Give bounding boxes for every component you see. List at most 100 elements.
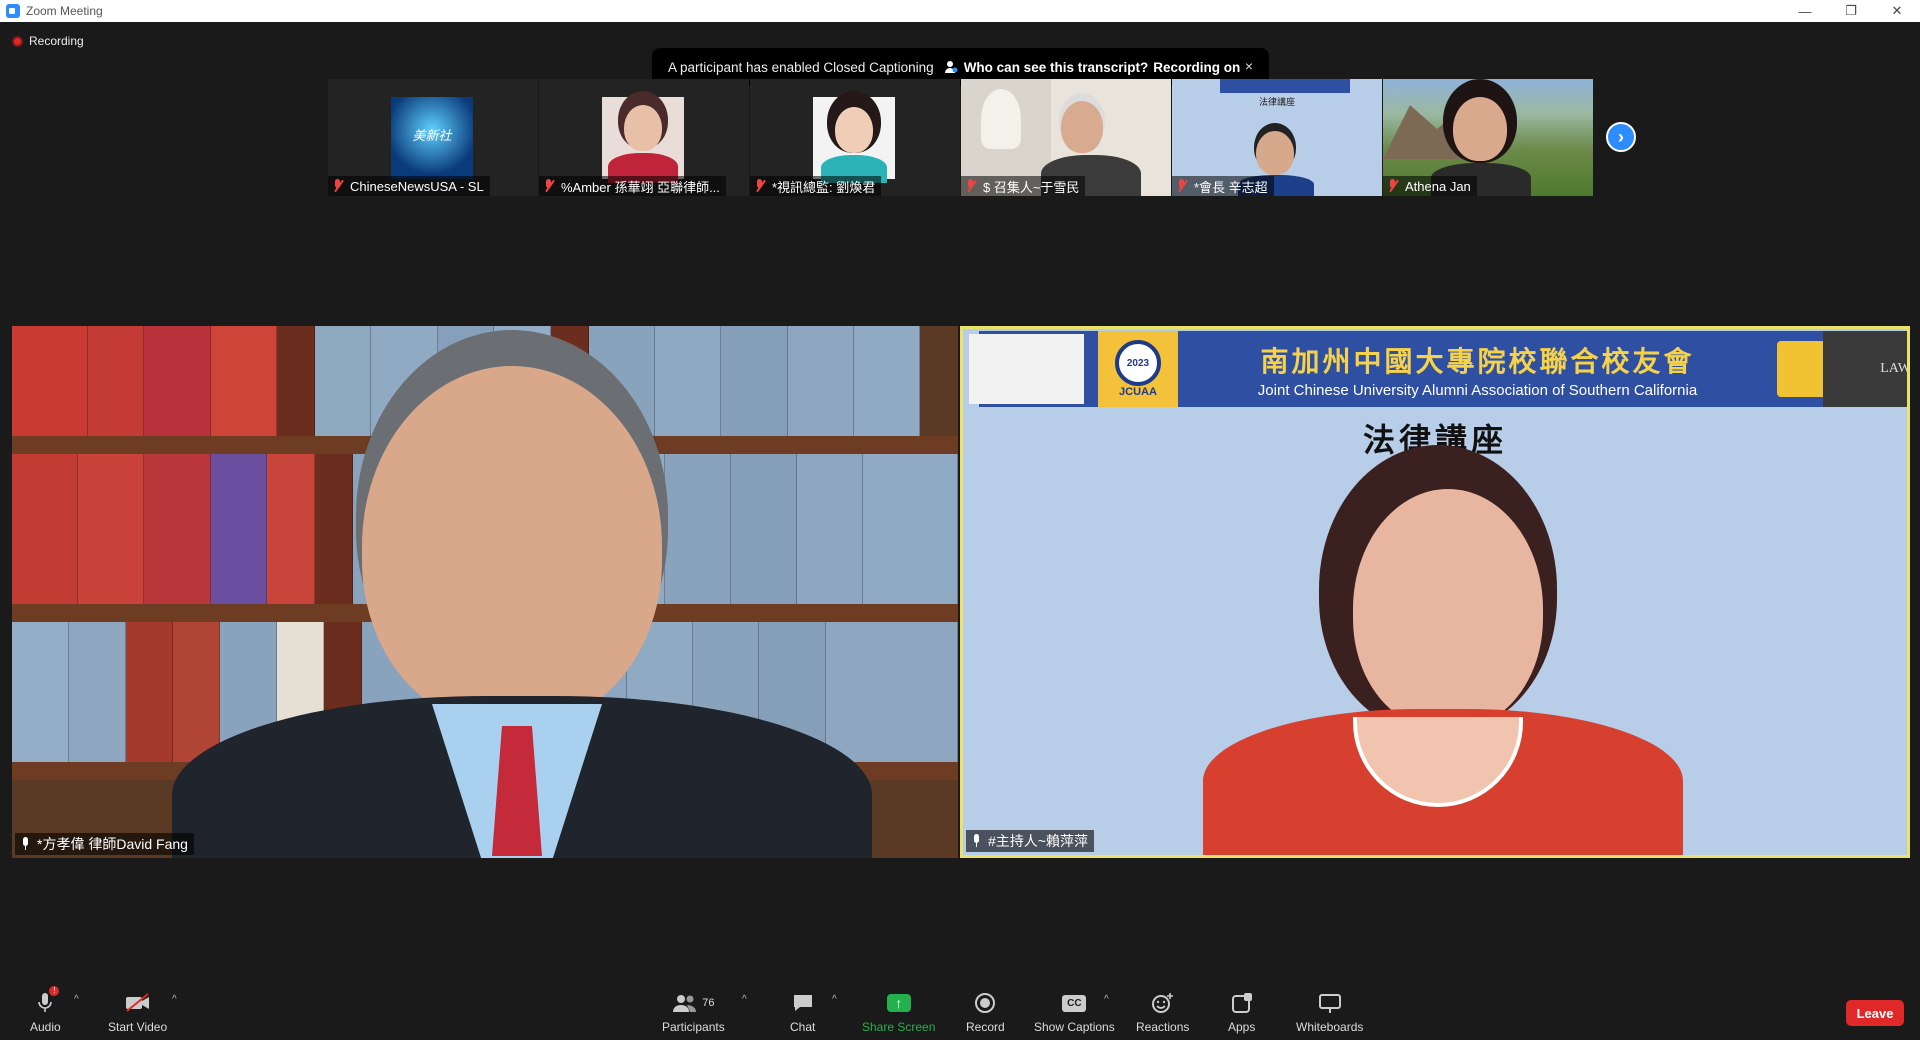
person-icon xyxy=(944,61,958,73)
chevron-right-icon: › xyxy=(1618,126,1624,147)
seal-year: 2023 xyxy=(1115,340,1161,386)
association-banner: 2023 JCUAA 南加州中國大專院校聯合校友會 Joint Chinese … xyxy=(969,331,1907,407)
face-shape xyxy=(1061,101,1103,153)
mic-muted-icon xyxy=(1176,179,1188,193)
recording-label: Recording xyxy=(29,34,84,48)
law-books-image: LAW xyxy=(1823,331,1907,407)
participant-name-tag: $ 召集人~于雪民 xyxy=(961,176,1086,196)
zoom-logo-icon xyxy=(6,4,20,18)
participant-name-tag: *會長 辛志超 xyxy=(1172,176,1274,196)
video-options-caret[interactable]: ^ xyxy=(172,994,177,1005)
minimize-button[interactable]: — xyxy=(1782,0,1828,22)
next-page-button[interactable]: › xyxy=(1606,122,1636,152)
mic-muted-icon xyxy=(543,179,555,193)
participant-name: *會長 辛志超 xyxy=(1194,179,1268,195)
participants-label: Participants xyxy=(662,1020,725,1034)
mini-banner-title: 法律講座 xyxy=(1258,97,1295,107)
mic-muted-icon xyxy=(965,179,977,193)
participant-thumbnail-strip: 美新社 ChineseNewsUSA - SL %Amber 孫華翊 亞聯律師.… xyxy=(328,79,1594,196)
participant-thumbnail[interactable]: *視訊總監: 劉煥君 xyxy=(750,79,960,196)
participant-name: $ 召集人~于雪民 xyxy=(983,179,1080,195)
whiteboards-button[interactable]: Whiteboards xyxy=(1296,990,1363,1034)
face-shape xyxy=(1256,131,1294,175)
smiley-plus-icon xyxy=(1151,990,1175,1016)
participant-name-tag: Athena Jan xyxy=(1383,176,1477,196)
banner-english-title: Joint Chinese University Alumni Associat… xyxy=(1257,381,1698,399)
start-video-button[interactable]: Start Video xyxy=(108,990,167,1034)
mic-muted-icon xyxy=(754,179,766,193)
chat-options-caret[interactable]: ^ xyxy=(832,994,837,1005)
lamp-shape xyxy=(981,89,1021,149)
show-captions-button[interactable]: CC Show Captions xyxy=(1034,990,1115,1034)
speaker-face-shape xyxy=(362,366,662,726)
window-titlebar: Zoom Meeting — ❐ ✕ xyxy=(0,0,1920,22)
participant-thumbnail[interactable]: $ 召集人~于雪民 xyxy=(961,79,1171,196)
close-icon[interactable]: × xyxy=(1245,58,1253,74)
participants-icon: 76 xyxy=(672,990,714,1016)
restore-button[interactable]: ❐ xyxy=(1828,0,1874,22)
participant-name-tag: %Amber 孫華翊 亞聯律師... xyxy=(539,176,726,196)
record-button[interactable]: Record xyxy=(966,990,1005,1034)
apps-button[interactable]: Apps xyxy=(1228,990,1255,1034)
participant-name: ChineseNewsUSA - SL xyxy=(350,178,484,194)
participant-thumbnail[interactable]: 美新社 ChineseNewsUSA - SL xyxy=(328,79,538,196)
news-logo-text: 美新社 xyxy=(412,129,452,144)
video-name-tag: #主持人~賴萍萍 xyxy=(966,830,1094,852)
closed-captions-icon: CC xyxy=(1062,990,1087,1016)
video-name-tag: *方孝偉 律師David Fang xyxy=(15,833,194,855)
window-controls: — ❐ ✕ xyxy=(1782,0,1920,22)
jcuaa-seal: 2023 JCUAA xyxy=(1098,331,1178,407)
audio-label: Audio xyxy=(30,1020,61,1034)
record-icon xyxy=(974,990,996,1016)
participants-button[interactable]: 76 Participants xyxy=(662,990,725,1034)
share-screen-button[interactable]: ↑ Share Screen xyxy=(862,990,935,1034)
reactions-button[interactable]: Reactions xyxy=(1136,990,1189,1034)
lecture-title: 法律講座 xyxy=(1362,421,1507,459)
video-off-icon xyxy=(124,990,152,1016)
caption-notice-message: A participant has enabled Closed Caption… xyxy=(668,59,934,75)
participant-name: Athena Jan xyxy=(1405,178,1471,194)
seal-abbr: JCUAA xyxy=(1119,386,1157,398)
main-video-host[interactable]: 2023 JCUAA 南加州中國大專院校聯合校友會 Joint Chinese … xyxy=(960,326,1910,858)
chat-bubble-icon xyxy=(792,990,814,1016)
chat-button[interactable]: Chat xyxy=(790,990,815,1034)
audio-button[interactable]: ! Audio xyxy=(30,986,61,1034)
participant-name: *視訊總監: 劉煥君 xyxy=(772,179,876,195)
participants-options-caret[interactable]: ^ xyxy=(742,994,747,1005)
share-screen-label: Share Screen xyxy=(862,1020,936,1034)
participant-name-tag: ChineseNewsUSA - SL xyxy=(328,176,490,196)
show-captions-label: Show Captions xyxy=(1034,1020,1115,1034)
mic-muted-icon xyxy=(1387,179,1399,193)
audio-options-caret[interactable]: ^ xyxy=(74,994,79,1005)
record-dot-icon xyxy=(12,35,23,47)
apps-icon xyxy=(1231,990,1253,1016)
share-screen-icon: ↑ xyxy=(886,990,911,1016)
recording-on-status: Recording on xyxy=(1153,59,1241,75)
face-shape xyxy=(835,107,873,153)
main-video-david-fang[interactable]: *方孝偉 律師David Fang xyxy=(12,326,958,858)
participant-name-tag: *視訊總監: 劉煥君 xyxy=(750,176,882,196)
speaker-name: *方孝偉 律師David Fang xyxy=(37,836,188,852)
participants-count: 76 xyxy=(702,997,715,1009)
close-window-button[interactable]: ✕ xyxy=(1874,0,1920,22)
participant-thumbnail[interactable]: 法律講座 *會長 辛志超 xyxy=(1172,79,1382,196)
reactions-label: Reactions xyxy=(1136,1020,1190,1034)
chat-label: Chat xyxy=(790,1020,816,1034)
participant-thumbnail[interactable]: Athena Jan xyxy=(1383,79,1593,196)
apps-label: Apps xyxy=(1228,1020,1256,1034)
profile-photo xyxy=(813,97,895,183)
recording-indicator[interactable]: Recording xyxy=(12,34,84,48)
captions-options-caret[interactable]: ^ xyxy=(1104,994,1109,1005)
start-video-label: Start Video xyxy=(108,1020,168,1034)
audio-warning-badge: ! xyxy=(49,986,60,996)
mic-muted-icon xyxy=(332,179,344,193)
participant-thumbnail[interactable]: %Amber 孫華翊 亞聯律師... xyxy=(539,79,749,196)
leave-button[interactable]: Leave xyxy=(1846,1000,1904,1026)
face-shape xyxy=(624,105,662,151)
host-name: #主持人~賴萍萍 xyxy=(988,833,1088,849)
record-label: Record xyxy=(966,1020,1005,1034)
news-logo-avatar: 美新社 xyxy=(391,97,473,179)
participant-name: %Amber 孫華翊 亞聯律師... xyxy=(561,179,720,195)
profile-photo xyxy=(602,97,684,183)
transcript-question-link[interactable]: Who can see this transcript? xyxy=(964,60,1149,75)
